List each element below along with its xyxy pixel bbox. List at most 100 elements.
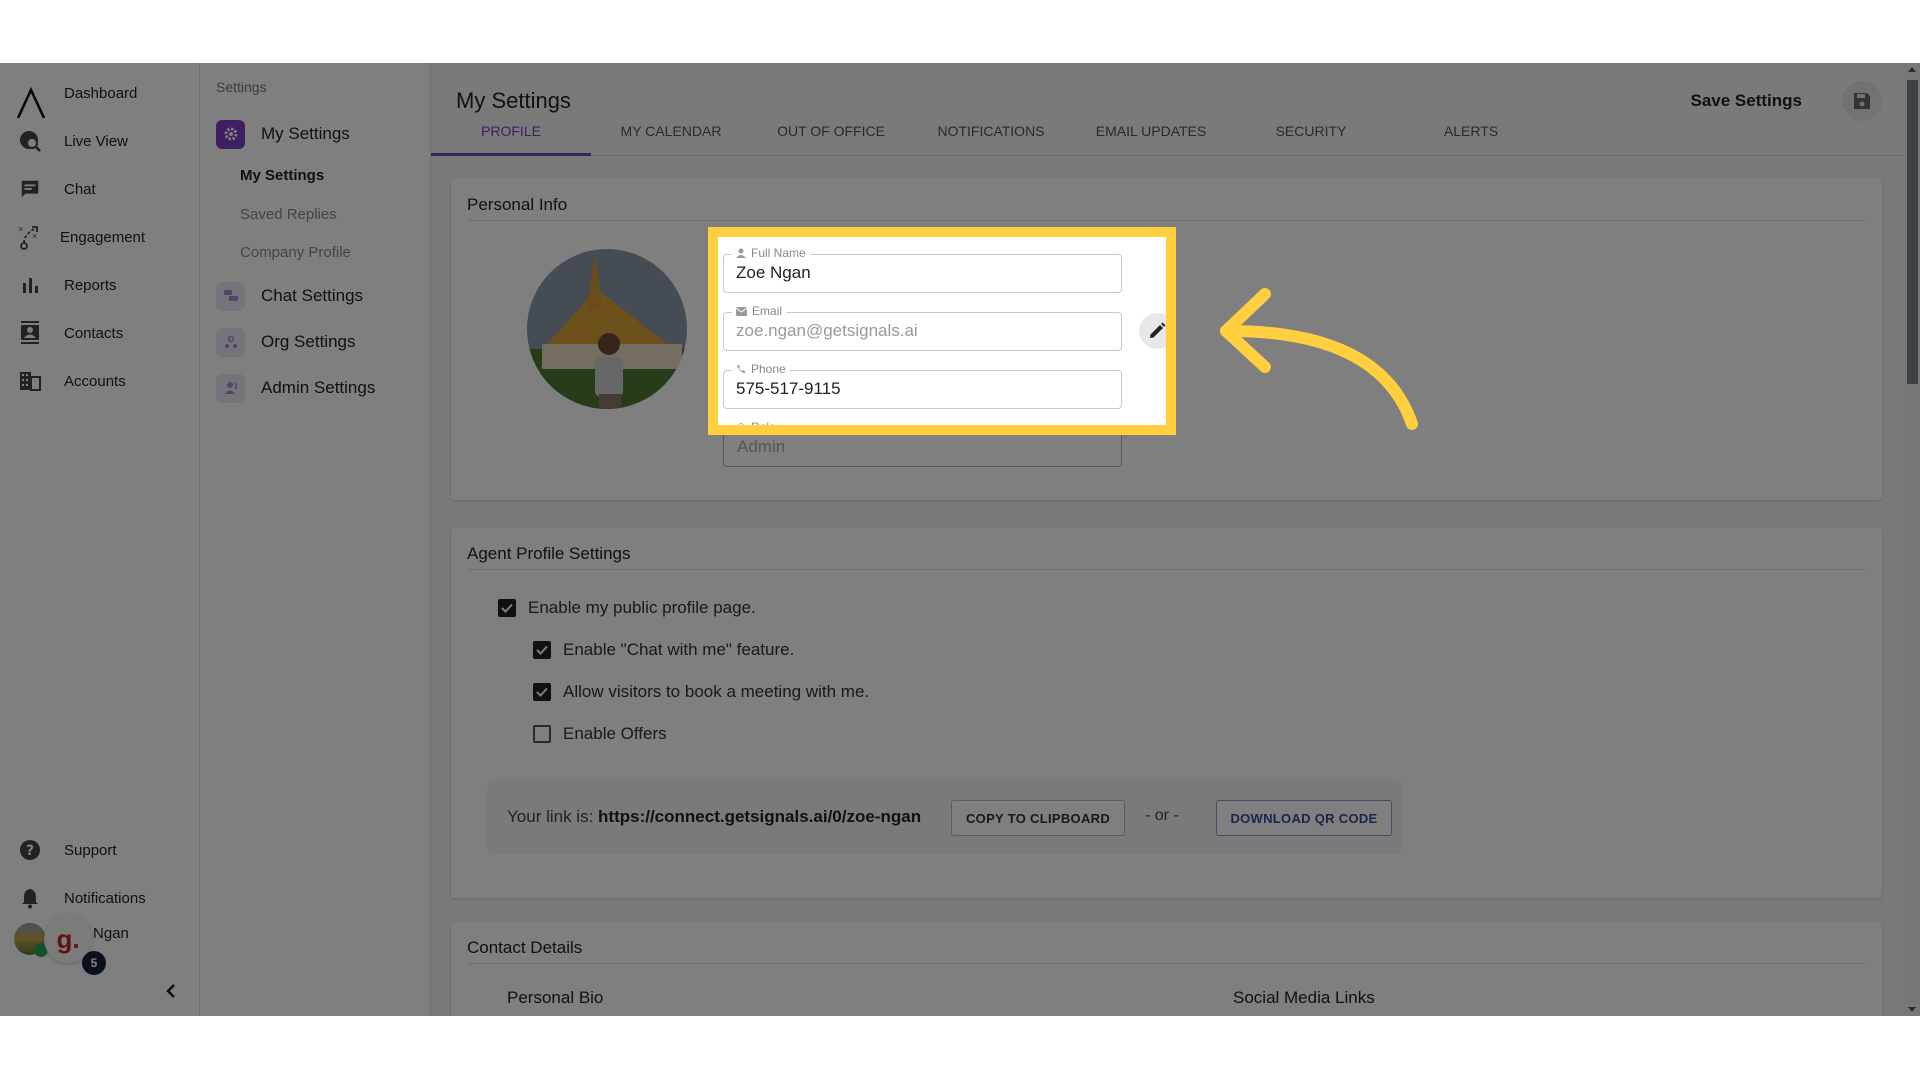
nav-item-engagement[interactable]: × × Engagement [0, 217, 199, 257]
settings-tabs: PROFILE MY CALENDAR OUT OF OFFICE NOTIFI… [431, 116, 1906, 156]
logo-icon [16, 87, 46, 119]
settings-group-my-settings[interactable]: My Settings [216, 119, 350, 149]
checkbox-checked[interactable] [533, 683, 551, 701]
checkbox-unchecked[interactable] [533, 725, 551, 743]
phone-icon [737, 365, 745, 373]
nav-label: Support [64, 841, 117, 859]
tab-email-updates[interactable]: EMAIL UPDATES [1071, 116, 1231, 156]
option-public-profile[interactable]: Enable my public profile page. [498, 598, 756, 618]
nav-label: Engagement [60, 228, 146, 246]
role-label: Role [732, 420, 780, 434]
full-name-field[interactable]: Full Name [723, 246, 1122, 293]
tab-security[interactable]: SECURITY [1231, 116, 1391, 156]
email-label: Email [732, 304, 787, 318]
collapse-sidebar-button[interactable] [160, 979, 182, 1003]
or-separator: - or - [1145, 807, 1179, 824]
nav-label: Live View [64, 132, 128, 150]
agent-profile-title: Agent Profile Settings [467, 544, 631, 563]
public-link-box: Your link is: https://connect.getsignals… [487, 780, 1403, 854]
save-settings-label[interactable]: Save Settings [1691, 91, 1803, 111]
svg-text:×: × [32, 231, 37, 241]
nav-label: Accounts [64, 372, 126, 390]
nav-item-support[interactable]: ? Support [0, 830, 199, 870]
settings-group-chat-settings[interactable]: Chat Settings [216, 281, 363, 311]
sub-link-my-settings[interactable]: My Settings [240, 167, 324, 184]
page-title: My Settings [456, 88, 571, 113]
scrollbar-thumb[interactable] [1907, 80, 1918, 384]
building-icon [18, 369, 42, 393]
email-label-text: Email [752, 304, 783, 318]
user-profile[interactable]: g. 5 Ngan [12, 915, 192, 975]
option-label: Enable Offers [563, 724, 667, 743]
option-label: Enable my public profile page. [528, 598, 756, 617]
checkbox-checked[interactable] [533, 641, 551, 659]
tab-out-of-office[interactable]: OUT OF OFFICE [751, 116, 911, 156]
settings-group-org-settings[interactable]: Org Settings [216, 327, 356, 357]
checkbox-checked[interactable] [498, 599, 516, 617]
full-name-input[interactable] [736, 263, 1106, 283]
settings-group-admin-settings[interactable]: Admin Settings [216, 373, 375, 403]
scroll-down-arrow[interactable] [1908, 1007, 1916, 1012]
bar-chart-icon [18, 273, 42, 297]
tab-alerts[interactable]: ALERTS [1391, 116, 1551, 156]
sub-link-company-profile[interactable]: Company Profile [240, 244, 351, 261]
nav-item-chat[interactable]: Chat [0, 169, 199, 209]
download-qr-code-button[interactable]: DOWNLOAD QR CODE [1216, 800, 1392, 836]
nav-item-contacts[interactable]: Contacts [0, 313, 199, 353]
nav-item-notifications[interactable]: Notifications [0, 878, 199, 918]
role-label-text: Role [751, 420, 776, 434]
link-text: Your link is: https://connect.getsignals… [507, 807, 921, 827]
nav-label: Notifications [64, 889, 146, 907]
nav-item-live-view[interactable]: Live View [0, 121, 199, 161]
settings-header: Settings [216, 79, 267, 95]
chat-bubbles-icon [216, 281, 245, 311]
settings-group-label: Org Settings [261, 332, 356, 351]
phone-field[interactable]: Phone [723, 362, 1122, 409]
envelope-icon [736, 306, 747, 316]
main-content: My Settings Save Settings PROFILE MY CAL… [431, 63, 1920, 1016]
option-chat-with-me[interactable]: Enable "Chat with me" feature. [533, 640, 794, 660]
option-book-meeting[interactable]: Allow visitors to book a meeting with me… [533, 682, 869, 702]
tab-notifications[interactable]: NOTIFICATIONS [911, 116, 1071, 156]
settings-sidebar: Settings My Settings My Settings Saved R… [200, 63, 431, 1016]
bell-icon [18, 886, 42, 910]
help-icon: ? [18, 838, 42, 862]
settings-group-label: Chat Settings [261, 286, 364, 305]
nav-label: Contacts [64, 324, 124, 342]
nav-item-accounts[interactable]: Accounts [0, 361, 199, 401]
admin-icon [216, 373, 245, 403]
public-link-url[interactable]: https://connect.getsignals.ai/0/zoe-ngan [598, 807, 921, 826]
email-input[interactable] [736, 321, 1106, 341]
user-name: Ngan [93, 925, 129, 942]
settings-group-label: Admin Settings [261, 378, 376, 397]
notification-badge: 5 [82, 951, 106, 975]
edit-email-button[interactable] [1139, 313, 1166, 349]
nav-item-dashboard[interactable]: Dashboard [0, 73, 199, 119]
nav-label: Dashboard [64, 84, 138, 102]
divider [467, 220, 1866, 221]
nav-item-reports[interactable]: Reports [0, 265, 199, 305]
lock-icon [738, 422, 744, 425]
divider [467, 963, 1866, 964]
vertical-scrollbar[interactable] [1904, 63, 1920, 1016]
phone-input[interactable] [736, 379, 1106, 399]
sub-link-saved-replies[interactable]: Saved Replies [240, 206, 337, 223]
tab-profile[interactable]: PROFILE [431, 116, 591, 156]
tab-my-calendar[interactable]: MY CALENDAR [591, 116, 751, 156]
nav-label: Chat [64, 180, 96, 198]
social-media-links-label: Social Media Links [1233, 988, 1375, 1007]
full-name-label-text: Full Name [751, 246, 806, 260]
app-window: Dashboard Live View Chat × × Engagement R… [0, 63, 1920, 1016]
chat-icon [18, 177, 42, 201]
option-enable-offers[interactable]: Enable Offers [533, 724, 667, 744]
role-field-top: Role [732, 420, 780, 425]
divider [467, 569, 1866, 570]
save-settings-button[interactable] [1842, 81, 1882, 121]
copy-to-clipboard-button[interactable]: COPY TO CLIPBOARD [951, 800, 1125, 836]
email-field[interactable]: Email [723, 304, 1122, 351]
svg-text:×: × [18, 224, 23, 234]
left-sidebar: Dashboard Live View Chat × × Engagement R… [0, 63, 200, 1016]
scroll-up-arrow[interactable] [1908, 67, 1916, 72]
contact-details-title: Contact Details [467, 938, 583, 957]
profile-photo[interactable] [527, 249, 687, 409]
